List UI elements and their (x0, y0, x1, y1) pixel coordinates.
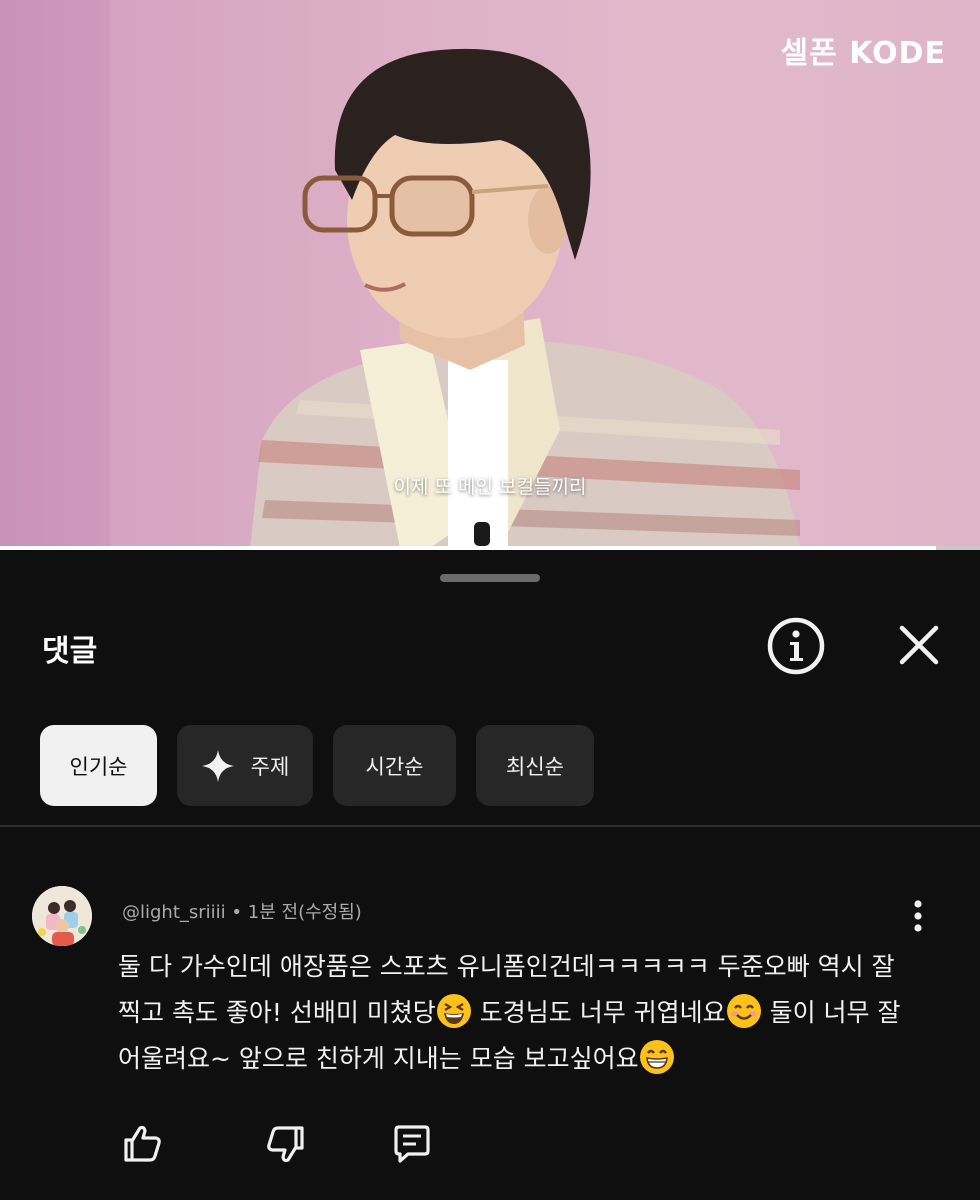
comments-panel: 댓글 인기순 주제 시간순 최신순 @light_sriiii • 1분 전(수… (0, 550, 980, 1200)
like-icon[interactable] (118, 1120, 166, 1168)
video-subtitle: 이제 또 메인 보컬들끼리 (393, 476, 587, 498)
comment-text-part: 도경님도 너무 귀엽네요 (471, 998, 726, 1027)
comments-title: 댓글 (42, 634, 98, 669)
chip-label: 시간순 (365, 754, 424, 779)
drag-handle[interactable] (440, 574, 540, 582)
reply-icon[interactable] (388, 1120, 436, 1168)
chip-label: 인기순 (69, 754, 128, 779)
chip-topic[interactable]: 주제 (177, 725, 313, 806)
channel-logo: 셀폰 KODE (780, 36, 946, 71)
info-icon[interactable] (766, 616, 826, 676)
video-player[interactable]: 셀폰 KODE 이제 또 메인 보컬들끼리 (0, 0, 980, 548)
avatar[interactable] (32, 886, 92, 946)
chip-label: 주제 (250, 754, 290, 779)
sparkle-icon (201, 749, 234, 782)
video-frame (0, 0, 800, 548)
beaming-face-icon (639, 1040, 674, 1074)
dislike-icon[interactable] (262, 1120, 310, 1168)
comment-author[interactable]: @light_sriiii (122, 902, 226, 923)
chip-timeline[interactable]: 시간순 (333, 725, 456, 806)
more-options-icon[interactable] (904, 896, 932, 936)
chip-popular[interactable]: 인기순 (40, 725, 157, 806)
grinning-squinting-face-icon (436, 994, 471, 1028)
meta-separator: • (231, 902, 243, 923)
divider (0, 825, 980, 827)
comment-body: 둘 다 가수인데 애장품은 스포츠 유니폼인건데ㅋㅋㅋㅋㅋ 두준오빠 역시 잘 … (118, 944, 908, 1082)
close-icon[interactable] (892, 618, 946, 672)
comment-meta: @light_sriiii • 1분 전(수정됨) (122, 898, 362, 924)
comment-time: 1분 전(수정됨) (247, 902, 362, 923)
chip-label: 최신순 (506, 754, 564, 779)
chip-newest[interactable]: 최신순 (476, 725, 594, 806)
smiling-face-icon (726, 994, 761, 1028)
